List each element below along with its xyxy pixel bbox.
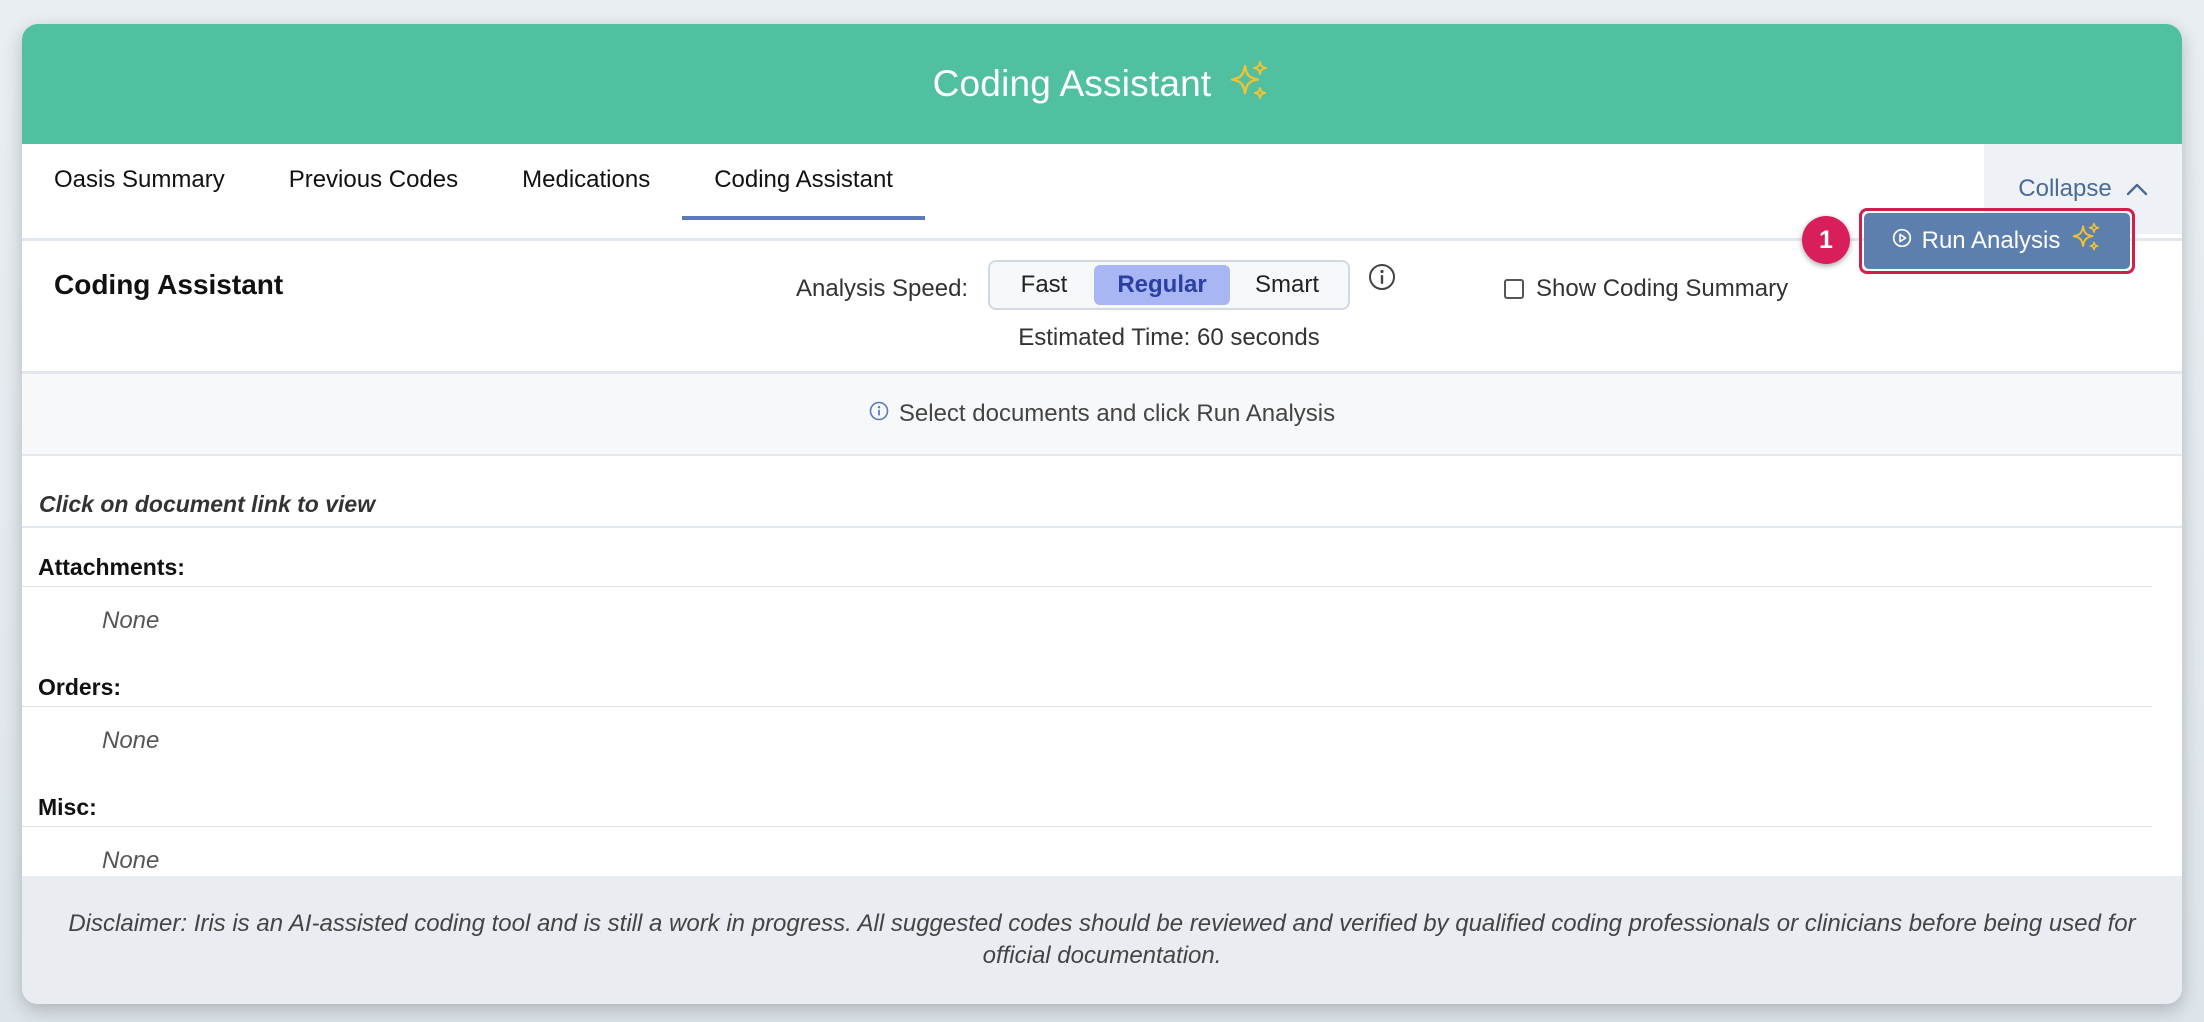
document-section-title: Attachments: — [22, 548, 2152, 587]
info-icon — [869, 400, 889, 428]
document-section-title: Misc: — [22, 788, 2152, 827]
speed-info-icon[interactable] — [1368, 263, 1396, 291]
section-title: Coding Assistant — [54, 269, 284, 300]
analysis-speed-label: Analysis Speed: — [796, 275, 969, 302]
panel-header: Coding Assistant — [22, 24, 2182, 144]
disclaimer-text: Disclaimer: Iris is an AI-assisted codin… — [68, 910, 2136, 969]
play-circle-icon — [1892, 227, 1912, 255]
coding-assistant-panel: Coding Assistant Oasis Summary Previous … — [22, 24, 2182, 1004]
tab-previous-codes[interactable]: Previous Codes — [257, 144, 490, 216]
sparkle-icon — [1227, 60, 1271, 109]
document-section-empty: None — [102, 607, 160, 634]
show-coding-summary-label: Show Coding Summary — [1536, 275, 1789, 302]
show-coding-summary-checkbox[interactable] — [1504, 279, 1524, 299]
instruction-text: Select documents and click Run Analysis — [898, 400, 1336, 427]
disclaimer-footer: Disclaimer: Iris is an AI-assisted codin… — [22, 876, 2182, 1004]
collapse-label: Collapse — [2018, 175, 2112, 202]
tab-bar: Oasis Summary Previous Codes Medications… — [22, 144, 2182, 241]
instruction-banner: Select documents and click Run Analysis — [22, 374, 2182, 456]
sparkle-icon — [2070, 222, 2102, 261]
tab-medications[interactable]: Medications — [490, 144, 682, 216]
run-analysis-label: Run Analysis — [1921, 227, 2061, 254]
speed-option-regular[interactable]: Regular — [1094, 265, 1230, 305]
panel-title: Coding Assistant — [932, 63, 1212, 104]
document-list: Click on document link to view Attachmen… — [22, 456, 2182, 895]
analysis-toolbar: Coding Assistant Analysis Speed: Fast Re… — [22, 241, 2182, 374]
document-section-empty: None — [102, 727, 160, 754]
tab-coding-assistant[interactable]: Coding Assistant — [682, 144, 925, 220]
document-section-attachments: Attachments: None — [22, 548, 2182, 655]
estimated-time: Estimated Time: 60 seconds — [1018, 324, 1320, 351]
show-coding-summary-toggle[interactable]: Show Coding Summary — [1504, 275, 1788, 303]
run-analysis-button[interactable]: Run Analysis — [1864, 213, 2130, 269]
document-link-hint: Click on document link to view — [22, 491, 2182, 528]
speed-option-fast[interactable]: Fast — [994, 265, 1094, 305]
speed-option-smart[interactable]: Smart — [1230, 265, 1344, 305]
tab-oasis-summary[interactable]: Oasis Summary — [22, 144, 257, 216]
step-badge: 1 — [1802, 216, 1850, 264]
document-section-title: Orders: — [22, 668, 2152, 707]
document-section-orders: Orders: None — [22, 668, 2182, 775]
chevron-up-icon — [2126, 175, 2148, 203]
analysis-speed-selector: Fast Regular Smart — [988, 260, 1350, 310]
